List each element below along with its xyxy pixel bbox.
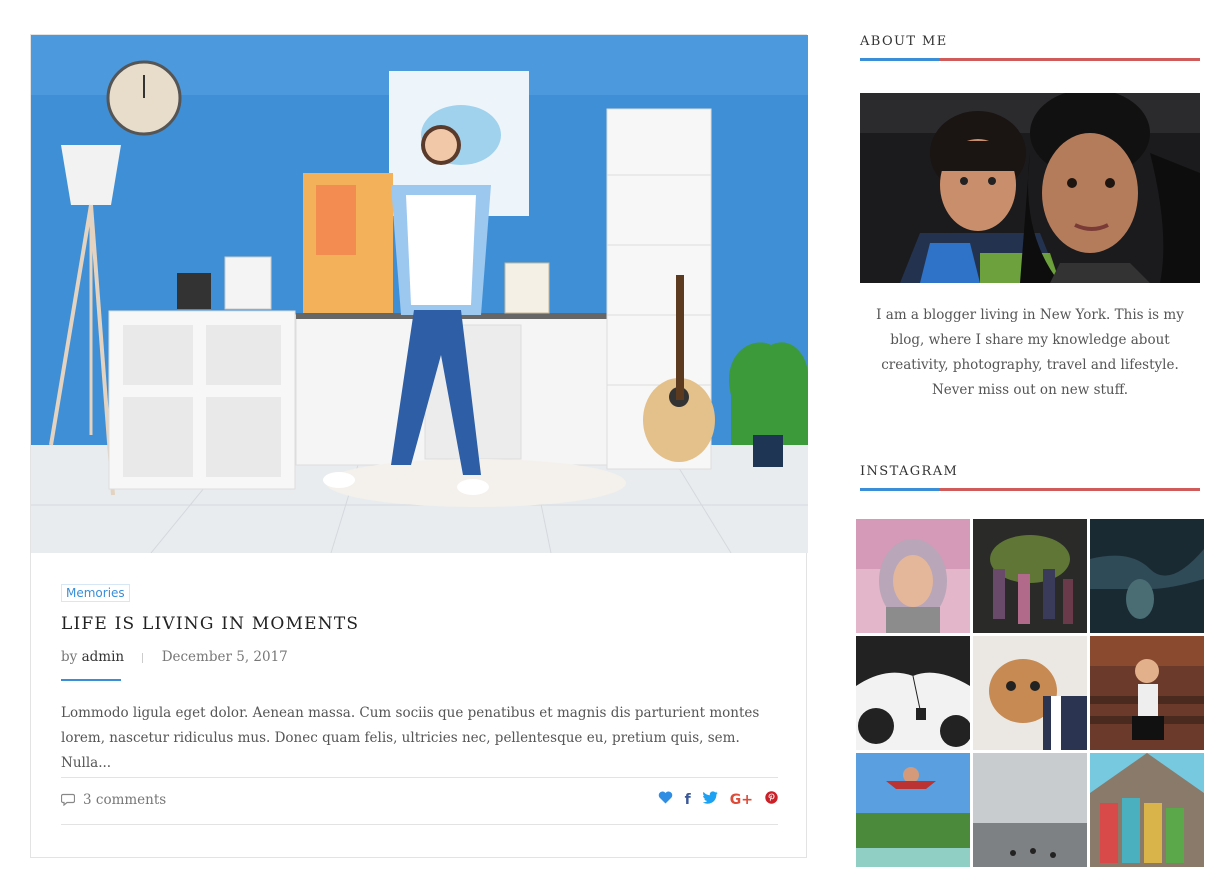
- meta-divider: [142, 652, 144, 663]
- instagram-title-underline: [860, 488, 1200, 491]
- instagram-widget-title: INSTAGRAM: [860, 464, 1200, 491]
- twitter-icon[interactable]: [702, 791, 718, 809]
- post-meta: by admin December 5, 2017: [61, 649, 778, 665]
- heart-icon[interactable]: [658, 791, 673, 809]
- comments-link[interactable]: 3 comments: [60, 792, 167, 808]
- sidebar: ABOUT ME I am a blogger living in New Yo…: [860, 34, 1200, 491]
- pinterest-icon[interactable]: [765, 791, 778, 809]
- category-tag[interactable]: Memories: [61, 584, 130, 602]
- post-content: Memories LIFE IS LIVING IN MOMENTS by ad…: [61, 582, 778, 790]
- instagram-photo[interactable]: [856, 636, 970, 750]
- comments-count: 3 comments: [83, 792, 167, 808]
- about-title-underline: [860, 58, 1200, 61]
- about-title-text: ABOUT ME: [860, 34, 948, 49]
- about-text: I am a blogger living in New York. This …: [876, 307, 1184, 398]
- post-featured-image[interactable]: [31, 35, 808, 553]
- meta-underline: [61, 679, 121, 681]
- post-footer: 3 comments f G+: [60, 777, 778, 825]
- instagram-photo[interactable]: [973, 636, 1087, 750]
- about-photo: [860, 93, 1200, 283]
- instagram-photo[interactable]: [1090, 519, 1204, 633]
- share-icons: f G+: [658, 791, 778, 809]
- facebook-icon[interactable]: f: [685, 791, 691, 809]
- author-link[interactable]: admin: [82, 649, 125, 665]
- instagram-grid: [856, 519, 1204, 867]
- instagram-photo[interactable]: [856, 519, 970, 633]
- instagram-photo[interactable]: [1090, 636, 1204, 750]
- instagram-photo[interactable]: [856, 753, 970, 867]
- by-label: by: [61, 649, 78, 665]
- google-plus-icon[interactable]: G+: [730, 791, 753, 809]
- instagram-photo[interactable]: [973, 519, 1087, 633]
- comment-icon: [60, 793, 76, 807]
- about-widget-title: ABOUT ME: [860, 34, 1200, 61]
- instagram-photo[interactable]: [973, 753, 1087, 867]
- instagram-photo[interactable]: [1090, 753, 1204, 867]
- instagram-title-text: INSTAGRAM: [860, 464, 959, 479]
- post-date[interactable]: December 5, 2017: [162, 649, 288, 665]
- post-excerpt: Lommodo ligula eget dolor. Aenean massa.…: [61, 705, 760, 771]
- post-title[interactable]: LIFE IS LIVING IN MOMENTS: [61, 614, 778, 634]
